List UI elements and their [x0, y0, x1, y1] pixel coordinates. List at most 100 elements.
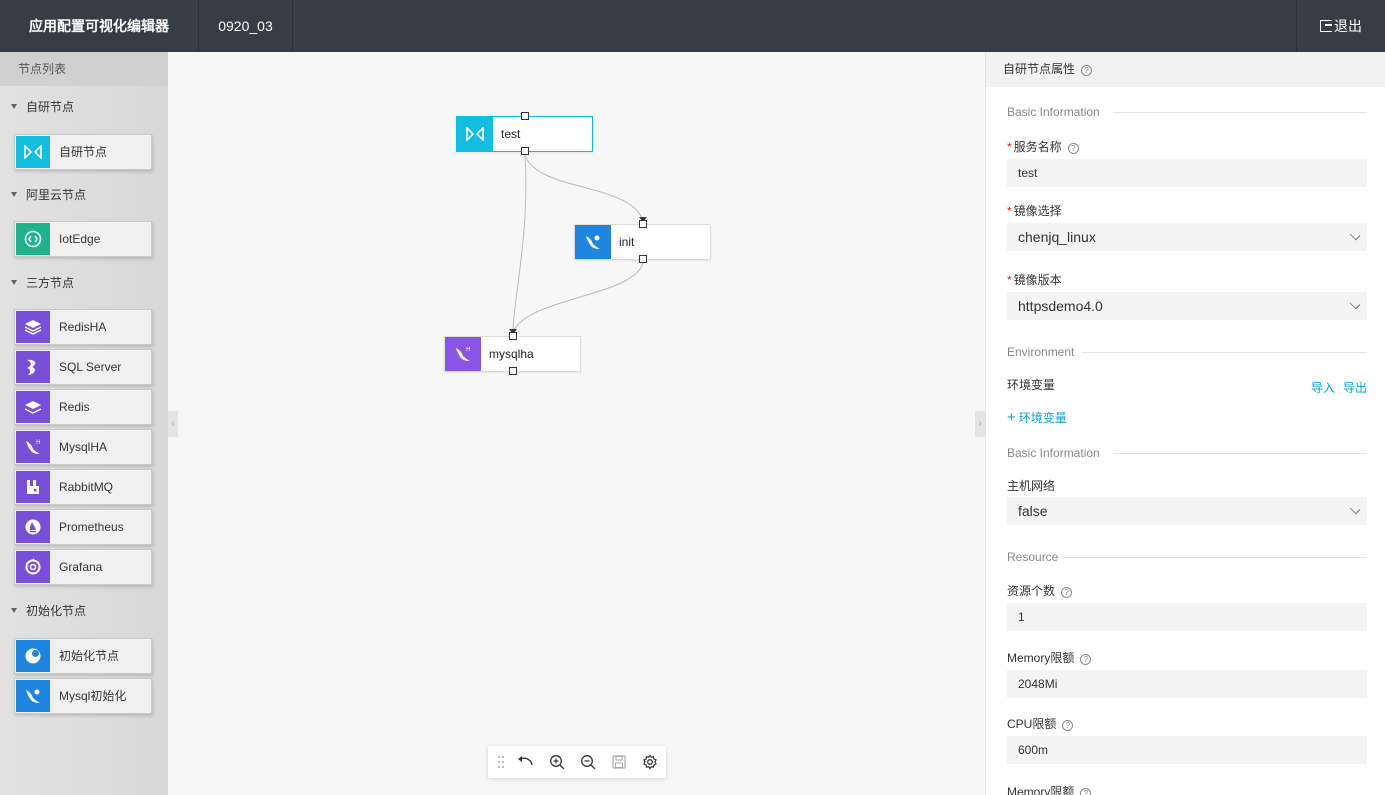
- image-select[interactable]: chenjq_linux: [1007, 223, 1367, 251]
- palette-item-rabbitmq[interactable]: RabbitMQ: [14, 469, 152, 505]
- palette-item-label: 自研节点: [59, 145, 108, 159]
- redis-icon: [16, 391, 50, 423]
- mysql-ha-icon: H: [445, 337, 481, 371]
- palette-item-init-node[interactable]: 初始化节点: [14, 638, 152, 674]
- help-icon[interactable]: ?: [1062, 720, 1074, 731]
- node-port-out[interactable]: [639, 255, 647, 263]
- iot-edge-icon: [16, 223, 50, 255]
- app-header: 应用配置可视化编辑器 0920_03 退出: [0, 0, 1385, 52]
- palette-item-label: RabbitMQ: [59, 480, 114, 494]
- resource-count-input[interactable]: 1: [1007, 603, 1367, 631]
- grafana-icon: [16, 551, 50, 583]
- zoom-in-icon[interactable]: [541, 746, 572, 778]
- edge-test-mysqlha[interactable]: [512, 154, 527, 333]
- chevron-down-icon: [1349, 298, 1361, 310]
- node-port-in[interactable]: [521, 112, 529, 120]
- node-port-out[interactable]: [521, 147, 529, 155]
- help-icon[interactable]: ?: [1061, 587, 1073, 598]
- resource-count-label: 资源个数?: [1007, 582, 1073, 599]
- palette-item-iotedge[interactable]: IotEdge: [14, 221, 152, 257]
- save-icon[interactable]: [603, 746, 634, 778]
- import-link[interactable]: 导入: [1311, 379, 1335, 396]
- help-icon[interactable]: ?: [1080, 654, 1092, 665]
- group-header-self[interactable]: 自研节点: [0, 97, 74, 117]
- dolphin-icon: [575, 225, 611, 259]
- palette-item-self-node[interactable]: 自研节点: [14, 134, 152, 170]
- host-network-label: 主机网络: [1007, 479, 1056, 493]
- palette-item-redisha[interactable]: RedisHA: [14, 309, 152, 345]
- export-link[interactable]: 导出: [1343, 379, 1367, 396]
- label-text: 镜像版本: [1013, 273, 1062, 287]
- help-icon[interactable]: ?: [1081, 65, 1093, 76]
- memory-limit-input[interactable]: 2048Mi: [1007, 670, 1367, 698]
- undo-icon[interactable]: [510, 746, 541, 778]
- panel-title: 自研节点属性?: [986, 52, 1385, 87]
- canvas-toolbar: [488, 746, 666, 778]
- memory-limit-label: Memory限额?: [1007, 649, 1092, 666]
- node-port-out[interactable]: [509, 367, 517, 375]
- group-header-thirdparty[interactable]: 三方节点: [0, 273, 74, 293]
- section-label: Environment: [1007, 345, 1075, 359]
- drag-handle-icon[interactable]: [492, 746, 510, 778]
- host-network-value: false: [1018, 503, 1048, 519]
- help-icon[interactable]: ?: [1080, 788, 1092, 795]
- sidebar-title: 节点列表: [0, 52, 168, 86]
- section-basic-information-2: Basic Information: [1007, 446, 1367, 460]
- host-network-select[interactable]: false: [1007, 497, 1367, 525]
- group-label: 初始化节点: [26, 604, 87, 618]
- add-env-variable-button[interactable]: + 环境变量: [1007, 409, 1067, 426]
- properties-panel: 自研节点属性? Basic Information * 服务名称? test * 镜…: [985, 52, 1385, 795]
- palette-item-sqlserver[interactable]: SQL Server: [14, 349, 152, 385]
- init-node-icon: [16, 640, 50, 672]
- caret-down-icon: [11, 280, 17, 285]
- image-version-value: httpsdemo4.0: [1018, 298, 1103, 314]
- palette-item-mysql-init[interactable]: Mysql初始化: [14, 678, 152, 714]
- chevron-down-icon: [1349, 503, 1361, 515]
- section-environment: Environment: [1007, 345, 1367, 359]
- help-icon[interactable]: ?: [1067, 143, 1079, 154]
- group-header-aliyun[interactable]: 阿里云节点: [0, 185, 86, 205]
- section-label: Basic Information: [1007, 105, 1100, 119]
- edge-test-init[interactable]: [524, 154, 644, 221]
- bowtie-icon: [16, 136, 50, 168]
- palette-item-label: IotEdge: [59, 232, 101, 246]
- add-env-label: 环境变量: [1018, 411, 1067, 425]
- cpu-limit-input[interactable]: 600m: [1007, 736, 1367, 764]
- section-divider: [1113, 112, 1367, 113]
- edge-init-mysqlha[interactable]: [512, 262, 644, 333]
- mysql-init-icon: [16, 680, 50, 712]
- label-text: 镜像选择: [1013, 204, 1062, 218]
- cpu-limit-label: CPU限额?: [1007, 715, 1074, 732]
- palette-item-label: Grafana: [59, 560, 103, 574]
- logout-button[interactable]: 退出: [1296, 0, 1385, 52]
- palette-item-label: Redis: [59, 400, 90, 414]
- panel-title-text: 自研节点属性: [1003, 62, 1076, 76]
- section-label: Resource: [1007, 550, 1059, 564]
- image-version-select[interactable]: httpsdemo4.0: [1007, 292, 1367, 320]
- label-text: CPU限额: [1007, 717, 1057, 731]
- palette-item-mysqlha[interactable]: H MysqlHA: [14, 429, 152, 465]
- section-basic-information: Basic Information: [1007, 105, 1367, 119]
- next-field-label: Memory限额?: [1007, 783, 1092, 795]
- zoom-out-icon[interactable]: [572, 746, 603, 778]
- label-text: 资源个数: [1007, 584, 1056, 598]
- bowtie-icon: [457, 117, 493, 151]
- plus-icon: +: [1007, 409, 1016, 426]
- palette-item-redis[interactable]: Redis: [14, 389, 152, 425]
- service-name-input[interactable]: test: [1007, 159, 1367, 187]
- palette-item-grafana[interactable]: Grafana: [14, 549, 152, 585]
- prometheus-icon: [16, 511, 50, 543]
- palette-item-prometheus[interactable]: Prometheus: [14, 509, 152, 545]
- section-divider: [1082, 352, 1367, 353]
- node-port-in[interactable]: [639, 220, 647, 228]
- graph-node-label: test: [501, 127, 521, 141]
- mysql-ha-icon: H: [16, 431, 50, 463]
- palette-item-label: 初始化节点: [59, 649, 120, 663]
- logout-label: 退出: [1334, 18, 1362, 34]
- settings-icon[interactable]: [635, 746, 666, 778]
- node-port-in[interactable]: [509, 332, 517, 340]
- section-resource: Resource: [1007, 550, 1367, 564]
- group-header-init[interactable]: 初始化节点: [0, 601, 86, 621]
- service-name-label: * 服务名称?: [1007, 138, 1079, 155]
- graph-canvas[interactable]: ‹ › test init H mysqlha: [168, 52, 985, 795]
